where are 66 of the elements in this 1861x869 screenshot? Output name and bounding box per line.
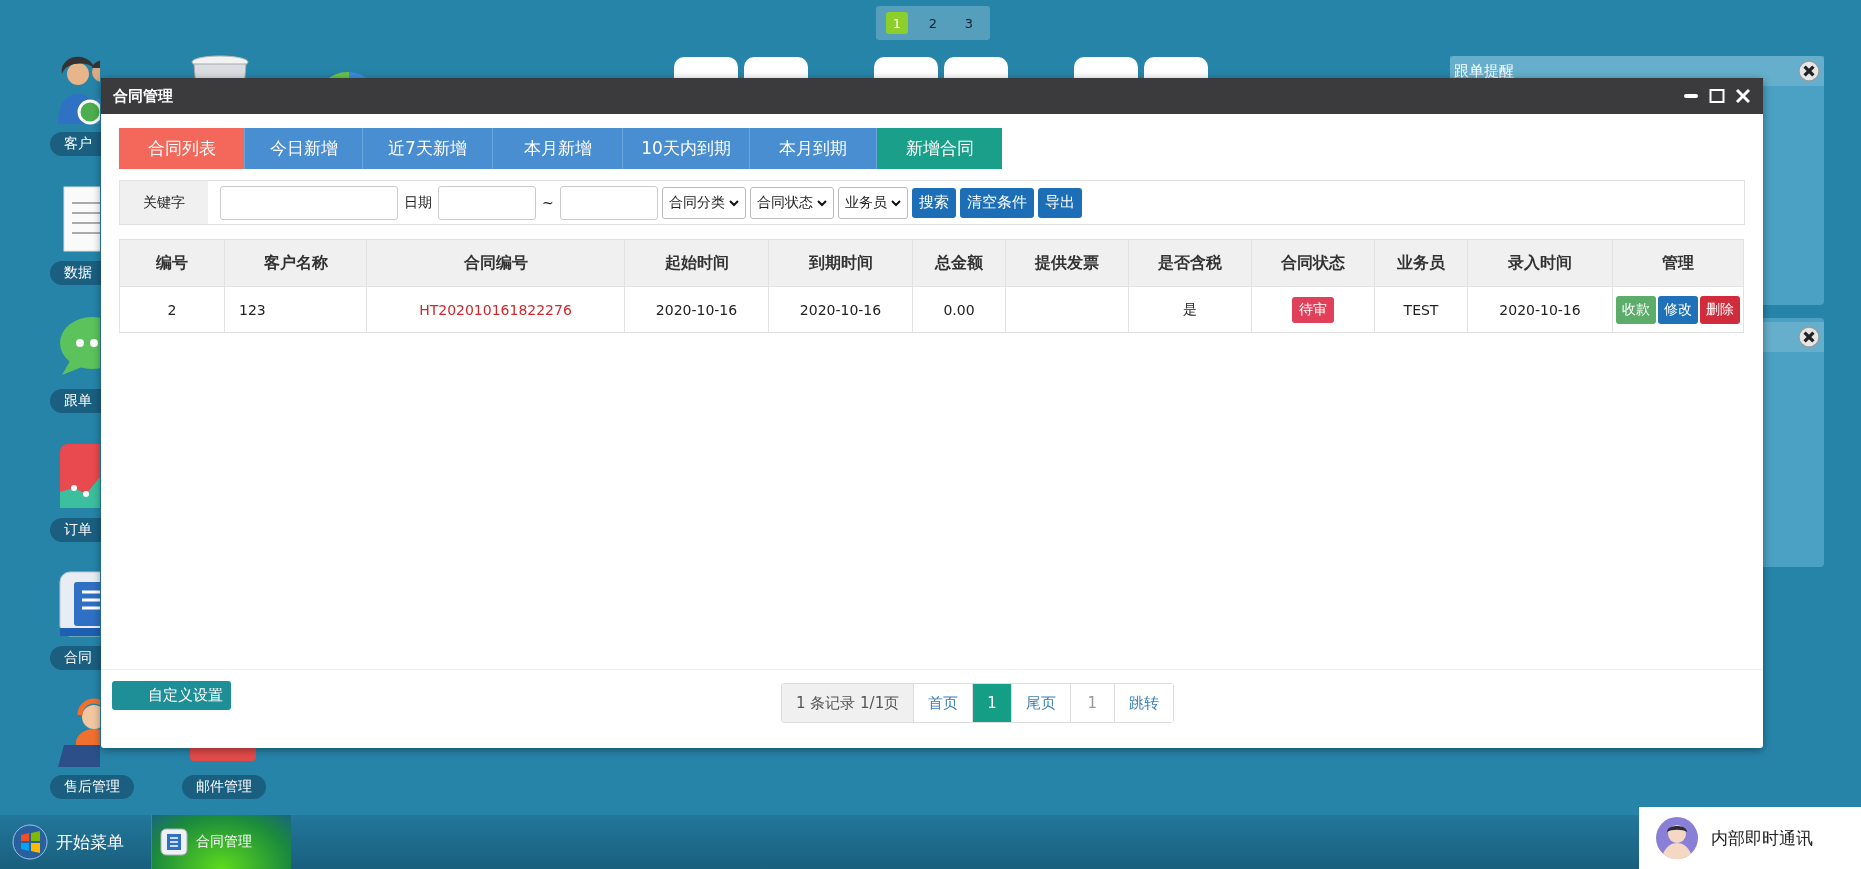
tab[interactable]: 本月到期 — [750, 128, 877, 169]
column-header: 到期时间 — [768, 239, 913, 287]
table-cell: 2020-10-16 — [1467, 286, 1613, 333]
table-cell: TEST — [1374, 286, 1468, 333]
desktop-page[interactable]: 3 — [958, 12, 980, 34]
tab[interactable]: 近7天新增 — [363, 128, 493, 169]
column-header: 编号 — [119, 239, 225, 287]
jump-link[interactable]: 跳转 — [1113, 684, 1173, 722]
close-icon[interactable] — [1798, 326, 1820, 348]
desktop-page[interactable]: 2 — [922, 12, 944, 34]
tab[interactable]: 10天内到期 — [623, 128, 750, 169]
column-header: 合同状态 — [1251, 239, 1375, 287]
chevron-down-icon — [890, 197, 901, 208]
table-cell: 是 — [1128, 286, 1252, 333]
tab[interactable]: 本月新增 — [493, 128, 623, 169]
page-number[interactable]: 1 — [972, 684, 1011, 722]
desktop-icon-label[interactable]: 售后管理 — [50, 774, 134, 799]
edit-button[interactable]: 修改 — [1658, 295, 1698, 324]
receive-button[interactable]: 收款 — [1616, 295, 1656, 324]
table-cell: 2020-10-16 — [624, 286, 769, 333]
table-cell: 0.00 — [912, 286, 1006, 333]
delete-button[interactable]: 删除 — [1700, 295, 1740, 324]
chevron-down-icon — [816, 197, 827, 208]
windows-logo-icon — [12, 824, 48, 860]
search-button[interactable]: 搜索 — [911, 187, 956, 218]
desktop-icon-label[interactable]: 邮件管理 — [182, 775, 266, 799]
window-title: 合同管理 — [113, 86, 173, 106]
chat-button[interactable]: 内部即时通讯 — [1639, 807, 1861, 869]
add-contract-button[interactable]: 新增合同 — [877, 128, 1002, 169]
column-header: 合同编号 — [366, 239, 625, 287]
dropdown[interactable]: 合同状态 — [749, 186, 834, 219]
settings-button[interactable]: 自定义设置 — [112, 681, 231, 710]
tab[interactable]: 今日新增 — [245, 128, 363, 169]
date-field[interactable] — [438, 185, 536, 220]
tab[interactable]: 合同列表 — [119, 128, 245, 169]
column-header: 提供发票 — [1005, 239, 1129, 287]
column-header: 管理 — [1612, 239, 1744, 287]
table-cell: 123 — [224, 286, 367, 333]
column-header: 是否含税 — [1128, 239, 1252, 287]
start-button[interactable]: 开始菜单 — [0, 815, 152, 869]
panel-title: 跟单提醒 — [1454, 61, 1514, 81]
dropdown[interactable]: 业务员 — [837, 186, 908, 219]
clear-button[interactable]: 清空条件 — [959, 187, 1034, 218]
table-cell: 2 — [119, 286, 225, 333]
field-label: 日期 — [403, 193, 433, 212]
maximize-icon[interactable] — [1709, 88, 1725, 104]
column-header: 总金额 — [912, 239, 1006, 287]
headset-person-icon — [56, 696, 100, 769]
avatar-icon — [1655, 816, 1699, 860]
taskbar-item[interactable]: 合同管理 — [152, 815, 291, 869]
keyword-field[interactable] — [220, 185, 398, 220]
record-summary: 1 条记录 1/1页 — [782, 684, 914, 722]
table-cell: 2020-10-16 — [768, 286, 913, 333]
date-field[interactable] — [559, 185, 658, 220]
column-header: 起始时间 — [624, 239, 769, 287]
export-button[interactable]: 导出 — [1037, 187, 1082, 218]
chevron-down-icon — [728, 197, 739, 208]
column-header: 业务员 — [1374, 239, 1468, 287]
column-header: 录入时间 — [1467, 239, 1613, 287]
dropdown[interactable]: 合同分类 — [661, 186, 746, 219]
document-icon — [160, 828, 188, 856]
range-separator: ~ — [541, 194, 555, 211]
field-label: 关键字 — [120, 181, 208, 224]
status-badge: 待审 — [1292, 296, 1334, 323]
column-header: 客户名称 — [224, 239, 367, 287]
close-icon[interactable] — [1798, 60, 1820, 82]
